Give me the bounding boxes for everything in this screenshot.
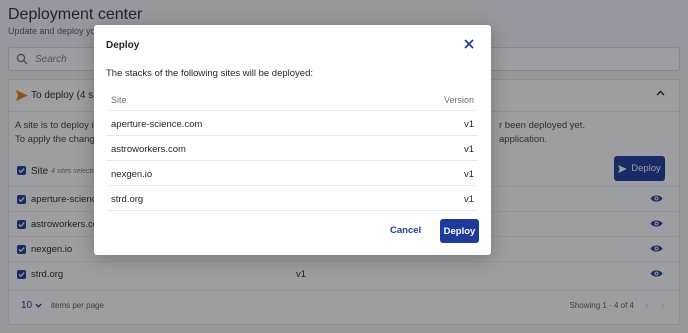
version-column-header: Version: [443, 95, 474, 105]
deploy-sites-table: Site Version aperture-science.com v1 ast…: [106, 89, 478, 211]
site-name: strd.org: [111, 194, 144, 205]
site-column-header: Site: [111, 95, 127, 105]
site-version: v1: [463, 119, 474, 130]
site-version: v1: [463, 194, 474, 205]
confirm-deploy-button[interactable]: Deploy: [440, 219, 479, 243]
deploy-dialog: Deploy The stacks of the following sites…: [94, 25, 491, 255]
table-row: astroworkers.com v1: [106, 136, 478, 161]
cancel-button[interactable]: Cancel: [390, 225, 421, 236]
table-row: nexgen.io v1: [106, 161, 478, 186]
site-name: nexgen.io: [111, 169, 153, 180]
table-header: Site Version: [106, 89, 478, 111]
close-icon: [464, 39, 474, 49]
dialog-title: Deploy: [106, 40, 140, 51]
site-version: v1: [463, 169, 474, 180]
site-name: aperture-science.com: [111, 119, 203, 130]
site-name: astroworkers.com: [111, 144, 186, 155]
dialog-description: The stacks of the following sites will b…: [106, 68, 313, 79]
table-row: aperture-science.com v1: [106, 111, 478, 136]
close-button[interactable]: [463, 38, 475, 50]
site-version: v1: [463, 144, 474, 155]
table-row: strd.org v1: [106, 186, 478, 211]
